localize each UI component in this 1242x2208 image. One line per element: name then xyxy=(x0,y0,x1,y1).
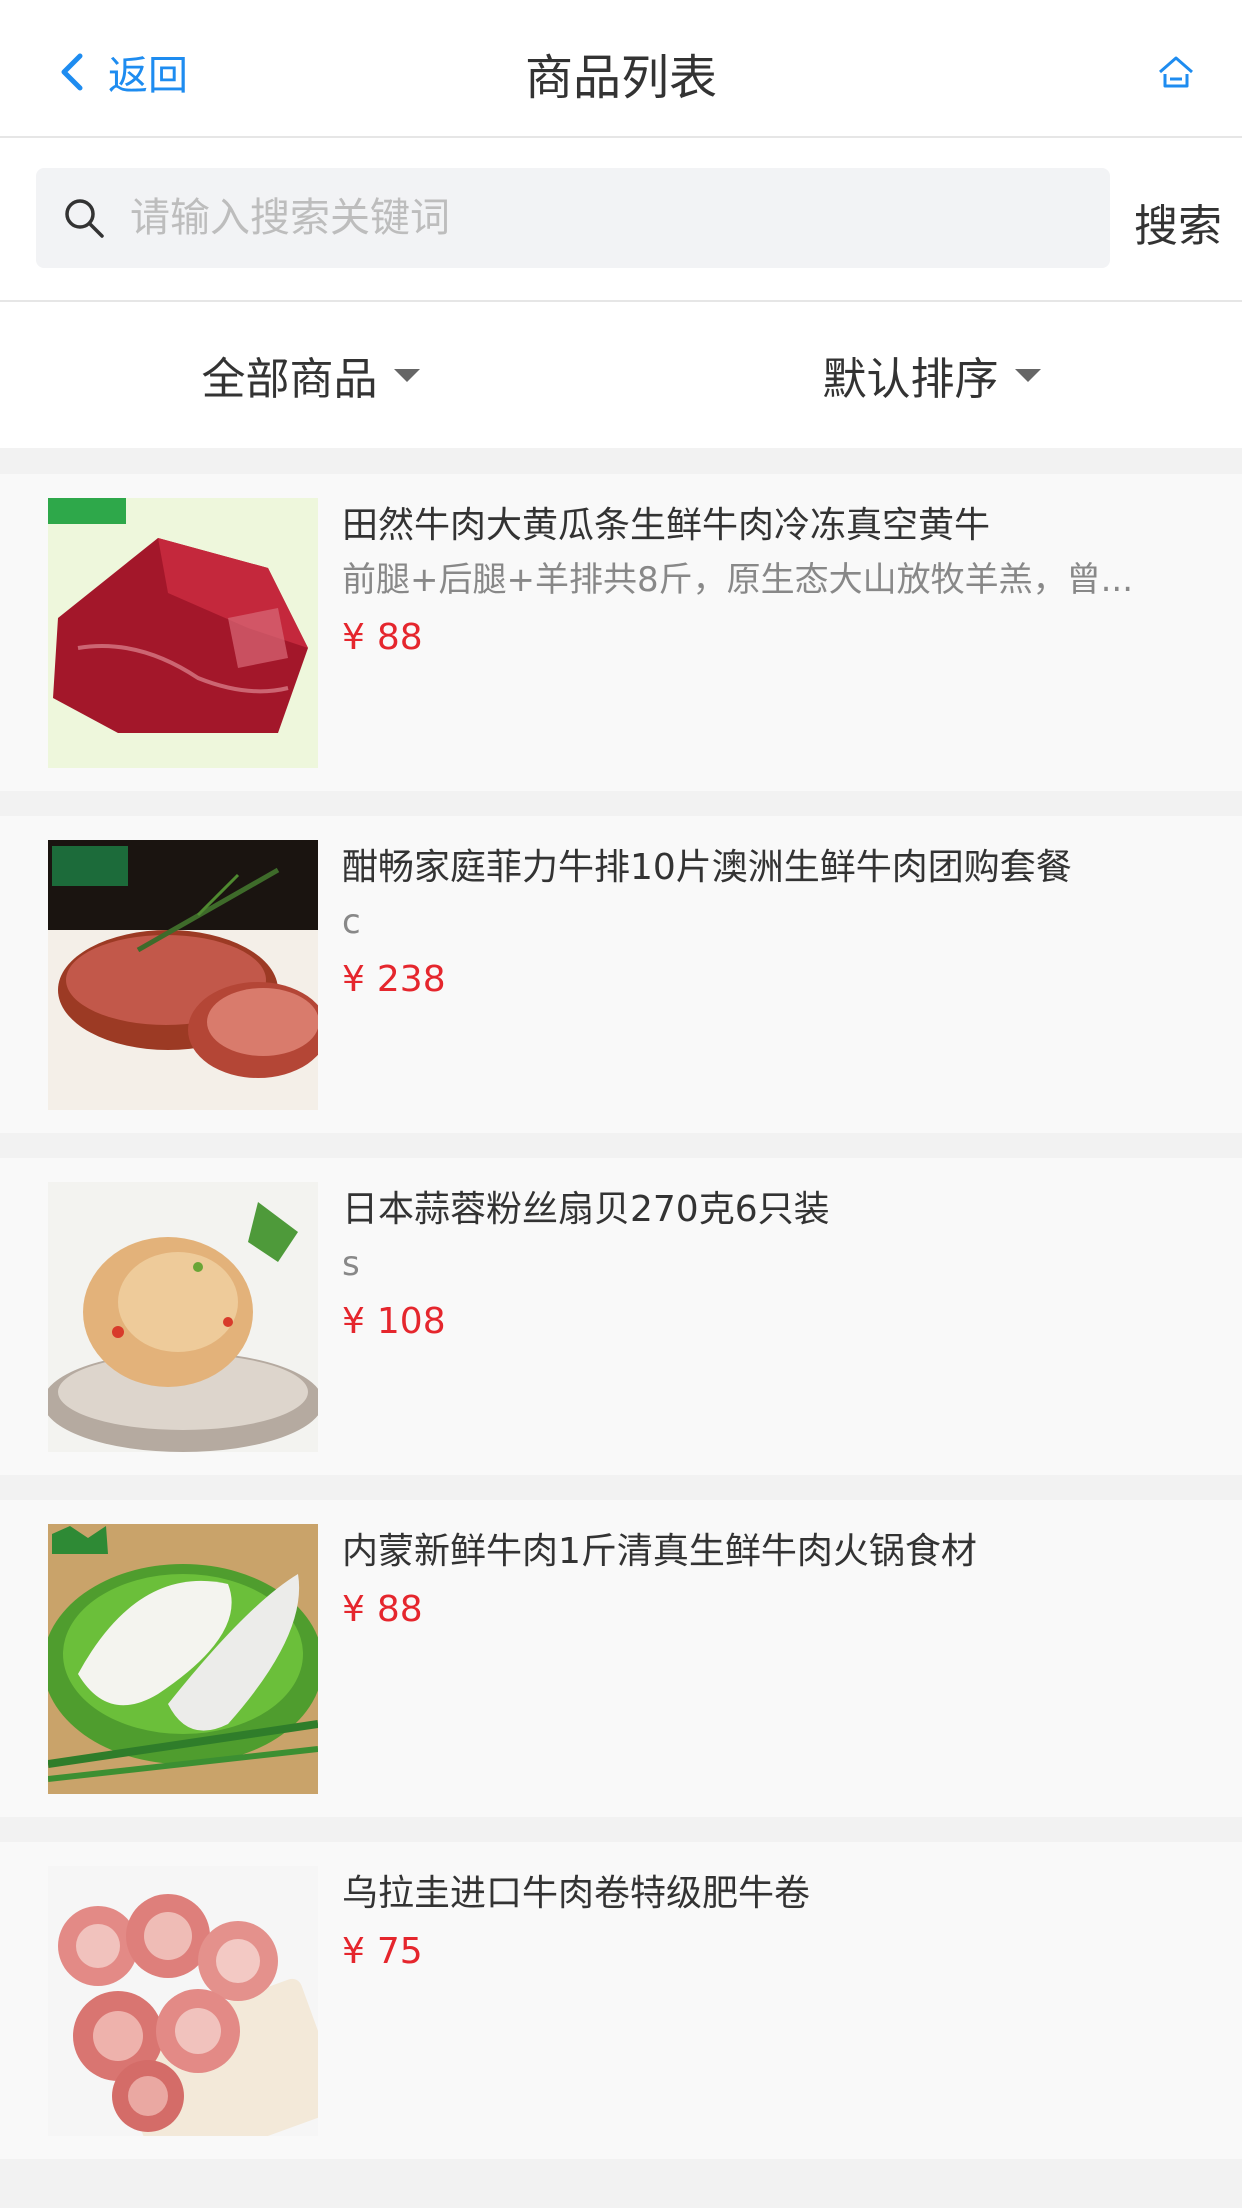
product-item[interactable]: 乌拉圭进口牛肉卷特级肥牛卷 ¥75 xyxy=(0,1842,1242,2159)
product-name: 内蒙新鲜牛肉1斤清真生鲜牛肉火锅食材 xyxy=(342,1531,977,1572)
product-image xyxy=(48,1524,318,1794)
product-item[interactable]: 内蒙新鲜牛肉1斤清真生鲜牛肉火锅食材 ¥88 xyxy=(0,1500,1242,1817)
product-image xyxy=(48,840,318,1110)
product-desc: s xyxy=(342,1244,360,1284)
currency-symbol: ¥ xyxy=(342,959,365,1000)
product-list: 田然牛肉大黄瓜条生鲜牛肉冷冻真空黄牛 前腿+后腿+羊排共8斤，原生态大山放牧羊羔… xyxy=(0,474,1242,2184)
product-name: 日本蒜蓉粉丝扇贝270克6只装 xyxy=(342,1189,830,1230)
product-name: 田然牛肉大黄瓜条生鲜牛肉冷冻真空黄牛 xyxy=(342,505,991,546)
price-value: 75 xyxy=(376,1931,423,1972)
product-item[interactable]: 田然牛肉大黄瓜条生鲜牛肉冷冻真空黄牛 前腿+后腿+羊排共8斤，原生态大山放牧羊羔… xyxy=(0,474,1242,791)
currency-symbol: ¥ xyxy=(342,1589,365,1630)
price-value: 88 xyxy=(376,1589,423,1630)
home-icon[interactable] xyxy=(1156,52,1196,92)
nav-header: 返回 商品列表 xyxy=(0,0,1242,138)
sort-filter[interactable]: 默认排序 xyxy=(621,302,1242,448)
category-filter-label: 全部商品 xyxy=(201,354,378,405)
search-bar: 搜索 xyxy=(0,138,1242,302)
page-title: 商品列表 xyxy=(524,50,717,106)
product-price: ¥238 xyxy=(342,954,1172,1006)
product-desc: 前腿+后腿+羊排共8斤，原生态大山放牧羊羔，曾... xyxy=(342,560,1134,600)
category-filter[interactable]: 全部商品 xyxy=(0,302,621,448)
product-name: 乌拉圭进口牛肉卷特级肥牛卷 xyxy=(342,1873,811,1914)
product-item[interactable]: 日本蒜蓉粉丝扇贝270克6只装 s ¥108 xyxy=(0,1158,1242,1475)
search-button[interactable]: 搜索 xyxy=(1134,190,1222,254)
price-value: 238 xyxy=(376,959,446,1000)
product-price: ¥108 xyxy=(342,1296,1172,1348)
caret-down-icon xyxy=(393,368,420,382)
search-icon xyxy=(65,199,104,238)
price-value: 108 xyxy=(376,1301,446,1342)
product-price: ¥75 xyxy=(342,1926,1172,1978)
product-price: ¥88 xyxy=(342,612,1172,664)
filter-bar: 全部商品 默认排序 xyxy=(0,302,1242,448)
currency-symbol: ¥ xyxy=(342,1931,365,1972)
caret-down-icon xyxy=(1014,368,1041,382)
search-input[interactable] xyxy=(130,195,1030,241)
product-name: 酣畅家庭菲力牛排10片澳洲生鲜牛肉团购套餐 xyxy=(342,847,1072,888)
product-image xyxy=(48,1182,318,1452)
product-item[interactable]: 酣畅家庭菲力牛排10片澳洲生鲜牛肉团购套餐 c ¥238 xyxy=(0,816,1242,1133)
product-image xyxy=(48,1866,318,2136)
currency-symbol: ¥ xyxy=(342,617,365,658)
currency-symbol: ¥ xyxy=(342,1301,365,1342)
sort-filter-label: 默认排序 xyxy=(822,354,999,405)
product-desc: c xyxy=(342,902,361,942)
search-box[interactable] xyxy=(36,168,1110,268)
price-value: 88 xyxy=(376,617,423,658)
product-price: ¥88 xyxy=(342,1584,1172,1636)
product-image xyxy=(48,498,318,768)
